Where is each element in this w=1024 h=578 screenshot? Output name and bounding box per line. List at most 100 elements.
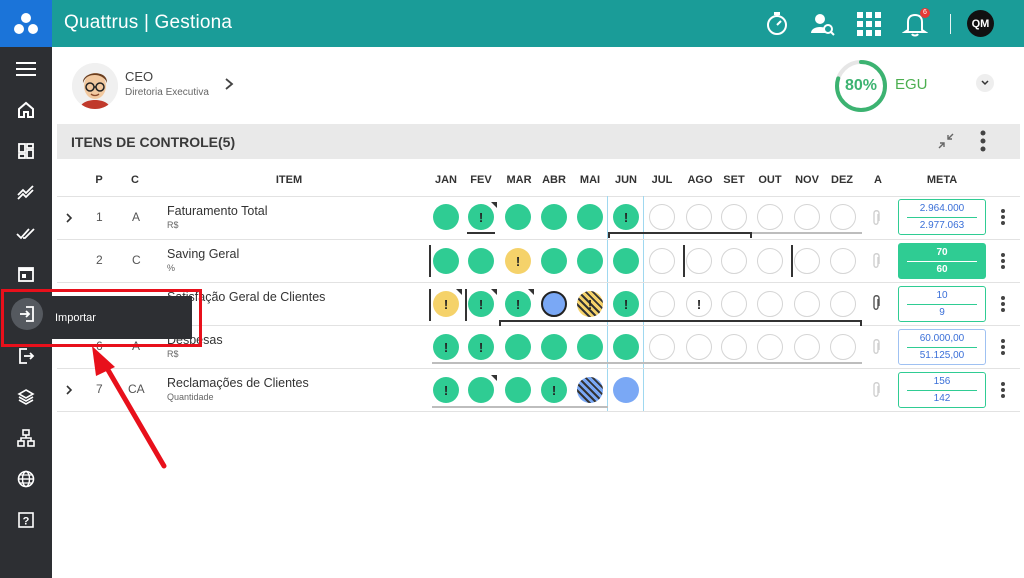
status-jul[interactable] xyxy=(649,334,675,360)
status-jan-alert[interactable]: ! xyxy=(433,377,459,403)
attachment-icon[interactable] xyxy=(870,252,882,270)
status-abr[interactable] xyxy=(541,204,567,230)
status-dez[interactable] xyxy=(830,204,856,230)
sidebar-item-home[interactable] xyxy=(0,92,52,128)
sidebar-menu-button[interactable] xyxy=(0,51,52,87)
brand-logo[interactable] xyxy=(0,0,52,47)
status-mar-alert[interactable]: ! xyxy=(505,248,531,274)
status-mai[interactable] xyxy=(577,204,603,230)
section-more-icon[interactable] xyxy=(979,130,987,152)
chevron-right-icon[interactable] xyxy=(65,212,73,224)
status-fev-alert[interactable]: ! xyxy=(468,334,494,360)
attachment-icon[interactable] xyxy=(870,338,882,356)
column-header-p[interactable]: P xyxy=(93,174,105,186)
status-dez[interactable] xyxy=(830,334,856,360)
column-header-item[interactable]: ITEM xyxy=(262,174,316,186)
status-nov[interactable] xyxy=(794,204,820,230)
status-jun[interactable] xyxy=(613,377,639,403)
meta-box[interactable]: 156 142 xyxy=(898,372,986,408)
sidebar-item-globe[interactable] xyxy=(0,461,52,497)
sidebar-item-calendar[interactable] xyxy=(0,256,52,292)
status-ago[interactable] xyxy=(686,204,712,230)
sidebar-item-layers[interactable] xyxy=(0,379,52,415)
status-fev-alert[interactable]: ! xyxy=(468,289,497,317)
status-jun[interactable] xyxy=(613,248,639,274)
status-jan-alert[interactable]: ! xyxy=(433,289,462,317)
status-fev[interactable] xyxy=(468,248,494,274)
item-name[interactable]: Saving Geral xyxy=(167,247,239,261)
status-jun-alert[interactable]: ! xyxy=(613,204,639,230)
status-out[interactable] xyxy=(757,291,783,317)
status-mai[interactable] xyxy=(577,248,603,274)
status-abr[interactable] xyxy=(541,248,567,274)
status-out[interactable] xyxy=(757,334,783,360)
status-ago-alert[interactable]: ! xyxy=(686,291,712,317)
status-set[interactable] xyxy=(721,334,747,360)
status-jul[interactable] xyxy=(649,291,675,317)
row-more-icon[interactable] xyxy=(1000,208,1006,226)
status-abr-alert[interactable]: ! xyxy=(541,377,567,403)
status-mar-alert[interactable]: ! xyxy=(505,289,534,317)
sidebar-item-trend[interactable] xyxy=(0,174,52,210)
compress-icon[interactable] xyxy=(937,132,955,150)
item-name[interactable]: Reclamações de Clientes xyxy=(167,376,309,390)
status-abr[interactable] xyxy=(541,334,567,360)
chevron-right-icon[interactable] xyxy=(224,77,234,91)
status-ago[interactable] xyxy=(686,248,712,274)
status-dez[interactable] xyxy=(830,248,856,274)
status-out[interactable] xyxy=(757,204,783,230)
status-out[interactable] xyxy=(757,248,783,274)
status-jul[interactable] xyxy=(649,248,675,274)
status-set[interactable] xyxy=(721,248,747,274)
status-dez[interactable] xyxy=(830,291,856,317)
status-jun[interactable] xyxy=(613,334,639,360)
user-search-button[interactable] xyxy=(800,0,846,47)
sidebar-item-dashboard[interactable] xyxy=(0,133,52,169)
status-jan-alert[interactable]: ! xyxy=(433,334,459,360)
sidebar-item-check-all[interactable] xyxy=(0,215,52,251)
status-mar[interactable] xyxy=(505,334,531,360)
status-mai-alert[interactable]: ! xyxy=(577,291,603,317)
chevron-right-icon[interactable] xyxy=(65,384,73,396)
attachment-icon[interactable] xyxy=(870,381,882,399)
unit-code[interactable]: EGU xyxy=(895,76,928,93)
role-title[interactable]: CEO xyxy=(125,69,153,84)
sidebar-item-hierarchy[interactable] xyxy=(0,420,52,456)
status-ago[interactable] xyxy=(686,334,712,360)
status-jul[interactable] xyxy=(649,204,675,230)
timer-button[interactable] xyxy=(754,0,800,47)
column-header-meta[interactable]: META xyxy=(920,174,964,186)
status-nov[interactable] xyxy=(794,291,820,317)
attachment-icon[interactable] xyxy=(870,209,882,227)
status-mar[interactable] xyxy=(505,204,531,230)
status-jun-alert[interactable]: ! xyxy=(613,291,639,317)
status-set[interactable] xyxy=(721,291,747,317)
status-fev-alert[interactable]: ! xyxy=(468,202,497,230)
item-name[interactable]: Faturamento Total xyxy=(167,204,268,218)
status-mar[interactable] xyxy=(505,377,531,403)
status-jan[interactable] xyxy=(433,248,459,274)
header-expand-button[interactable] xyxy=(976,74,994,92)
status-mai[interactable] xyxy=(577,334,603,360)
status-mai[interactable] xyxy=(577,377,603,403)
meta-box[interactable]: 70 60 xyxy=(898,243,986,279)
status-fev[interactable] xyxy=(468,375,497,403)
user-avatar-button[interactable]: QM xyxy=(967,10,994,37)
status-jan[interactable] xyxy=(433,204,459,230)
status-nov[interactable] xyxy=(794,334,820,360)
meta-box[interactable]: 2.964.000 2.977.063 xyxy=(898,199,986,235)
notifications-button[interactable]: 6 xyxy=(892,0,938,47)
status-set[interactable] xyxy=(721,204,747,230)
apps-grid-button[interactable] xyxy=(846,0,892,47)
row-more-icon[interactable] xyxy=(1000,295,1006,313)
meta-box[interactable]: 10 9 xyxy=(898,286,986,322)
ceo-avatar[interactable] xyxy=(72,63,118,109)
row-more-icon[interactable] xyxy=(1000,381,1006,399)
status-nov[interactable] xyxy=(794,248,820,274)
attachment-icon[interactable] xyxy=(870,294,882,312)
row-more-icon[interactable] xyxy=(1000,338,1006,356)
sidebar-item-help[interactable]: ? xyxy=(0,502,52,538)
status-abr[interactable] xyxy=(541,291,567,317)
meta-box[interactable]: 60.000,00 51.125,00 xyxy=(898,329,986,365)
row-more-icon[interactable] xyxy=(1000,252,1006,270)
